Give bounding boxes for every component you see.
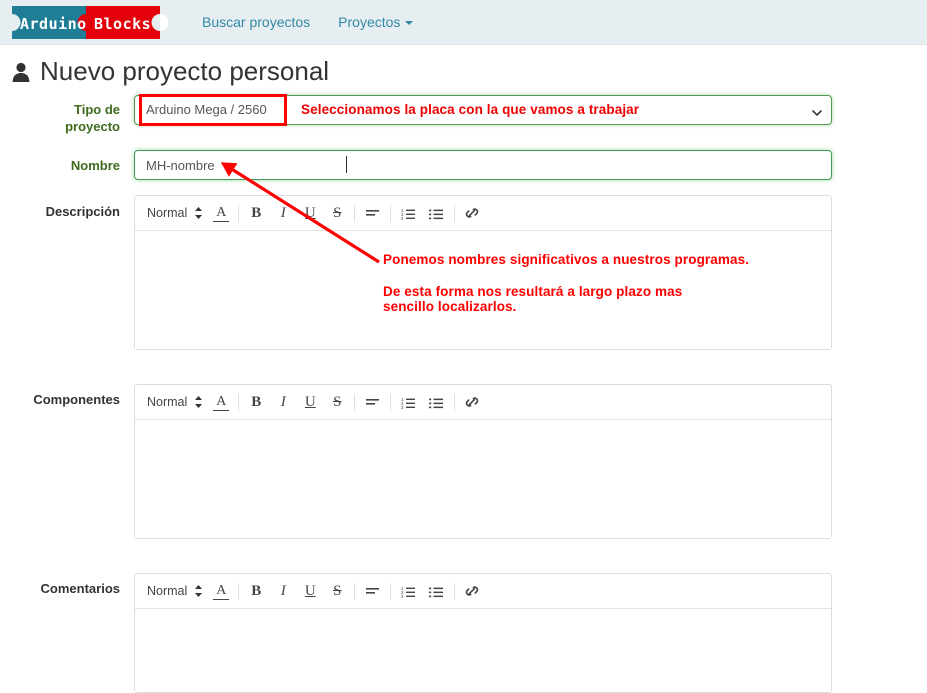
text-cursor bbox=[346, 156, 347, 173]
font-color-icon[interactable]: A bbox=[212, 580, 230, 602]
tipo-proyecto-select[interactable]: Arduino Mega / 2560 Seleccionamos la pla… bbox=[134, 95, 832, 125]
svg-text:3: 3 bbox=[401, 594, 404, 598]
chevron-updown-icon bbox=[194, 395, 203, 409]
chevron-down-icon bbox=[812, 105, 822, 116]
comentarios-textarea[interactable] bbox=[135, 609, 831, 692]
descripcion-toolbar: Normal A B I U S 1 2 3 bbox=[135, 196, 831, 231]
font-color-icon[interactable]: A bbox=[212, 202, 230, 224]
unordered-list-icon[interactable] bbox=[427, 391, 446, 413]
nav-link-proyectos-label: Proyectos bbox=[338, 14, 401, 30]
ordered-list-icon[interactable]: 1 2 3 bbox=[399, 391, 418, 413]
format-select[interactable]: Normal bbox=[147, 206, 203, 220]
bold-icon[interactable]: B bbox=[247, 391, 265, 413]
underline-icon[interactable]: U bbox=[301, 202, 319, 224]
svg-text:3: 3 bbox=[401, 405, 404, 409]
chevron-updown-icon bbox=[194, 206, 203, 220]
annotation-board-note: Seleccionamos la placa con la que vamos … bbox=[301, 102, 640, 117]
align-icon[interactable] bbox=[363, 580, 382, 602]
format-select-label: Normal bbox=[147, 395, 188, 409]
page-title-text: Nuevo proyecto personal bbox=[40, 56, 330, 86]
ordered-list-icon[interactable]: 1 2 3 bbox=[399, 202, 418, 224]
navbar: Arduino Blocks Buscar proyectos Proyecto… bbox=[0, 0, 927, 45]
align-icon[interactable] bbox=[363, 202, 382, 224]
label-descripcion-text: Descripción bbox=[45, 204, 120, 219]
link-icon[interactable] bbox=[463, 580, 481, 602]
chevron-updown-icon bbox=[194, 584, 203, 598]
underline-icon[interactable]: U bbox=[301, 580, 319, 602]
link-icon[interactable] bbox=[463, 391, 481, 413]
link-icon[interactable] bbox=[463, 202, 481, 224]
chevron-down-icon bbox=[405, 21, 414, 26]
descripcion-editor: Normal A B I U S 1 2 3 bbox=[134, 195, 832, 350]
componentes-editor: Normal A B I U S 1 2 3 bbox=[134, 384, 832, 539]
italic-icon[interactable]: I bbox=[274, 580, 292, 602]
comentarios-toolbar: Normal A B I U S 1 2 3 bbox=[135, 574, 831, 609]
tipo-proyecto-value: Arduino Mega / 2560 bbox=[146, 102, 267, 117]
strikethrough-icon[interactable]: S bbox=[328, 580, 346, 602]
label-nombre-text: Nombre bbox=[70, 158, 120, 173]
annotation-name-note-line1: Ponemos nombres significativos a nuestro… bbox=[383, 252, 750, 267]
componentes-textarea[interactable] bbox=[135, 420, 831, 538]
svg-text:3: 3 bbox=[401, 216, 404, 220]
italic-icon[interactable]: I bbox=[274, 391, 292, 413]
unordered-list-icon[interactable] bbox=[427, 202, 446, 224]
label-comentarios-text: Comentarios bbox=[40, 581, 120, 596]
label-componentes-text: Componentes bbox=[33, 392, 120, 407]
label-tipo-proyecto-line1: Tipo de bbox=[74, 102, 120, 117]
label-componentes: Componentes bbox=[0, 391, 120, 408]
svg-text:Blocks: Blocks bbox=[94, 15, 151, 33]
format-select[interactable]: Normal bbox=[147, 584, 203, 598]
annotation-name-note-line3: sencillo localizarlos. bbox=[383, 299, 517, 314]
svg-text:Arduino: Arduino bbox=[20, 15, 87, 33]
user-icon bbox=[11, 61, 31, 83]
italic-icon[interactable]: I bbox=[274, 202, 292, 224]
underline-icon[interactable]: U bbox=[301, 391, 319, 413]
tipo-proyecto-select-wrap: Arduino Mega / 2560 Seleccionamos la pla… bbox=[134, 95, 832, 125]
bold-icon[interactable]: B bbox=[247, 580, 265, 602]
nombre-input-wrap bbox=[134, 150, 832, 180]
nav-link-buscar-proyectos[interactable]: Buscar proyectos bbox=[188, 0, 324, 45]
ordered-list-icon[interactable]: 1 2 3 bbox=[399, 580, 418, 602]
comentarios-editor: Normal A B I U S 1 2 3 bbox=[134, 573, 832, 693]
label-tipo-proyecto-line2: proyecto bbox=[65, 119, 120, 134]
page-title: Nuevo proyecto personal bbox=[11, 56, 329, 87]
arduinoblocks-logo-icon: Arduino Blocks bbox=[12, 6, 168, 39]
align-icon[interactable] bbox=[363, 391, 382, 413]
label-tipo-proyecto: Tipo de proyecto bbox=[0, 101, 120, 135]
font-color-icon[interactable]: A bbox=[212, 391, 230, 413]
componentes-toolbar: Normal A B I U S 1 2 3 bbox=[135, 385, 831, 420]
format-select-label: Normal bbox=[147, 584, 188, 598]
brand-logo[interactable]: Arduino Blocks bbox=[8, 4, 168, 41]
label-descripcion: Descripción bbox=[0, 203, 120, 220]
strikethrough-icon[interactable]: S bbox=[328, 202, 346, 224]
format-select[interactable]: Normal bbox=[147, 395, 203, 409]
bold-icon[interactable]: B bbox=[247, 202, 265, 224]
annotation-name-note-line2: De esta forma nos resultará a largo plaz… bbox=[383, 284, 683, 299]
nav-link-proyectos[interactable]: Proyectos bbox=[324, 0, 427, 45]
label-nombre: Nombre bbox=[0, 157, 120, 174]
nav-links: Buscar proyectos Proyectos bbox=[188, 0, 427, 45]
format-select-label: Normal bbox=[147, 206, 188, 220]
strikethrough-icon[interactable]: S bbox=[328, 391, 346, 413]
label-comentarios: Comentarios bbox=[0, 580, 120, 597]
nombre-input[interactable] bbox=[134, 150, 832, 180]
unordered-list-icon[interactable] bbox=[427, 580, 446, 602]
